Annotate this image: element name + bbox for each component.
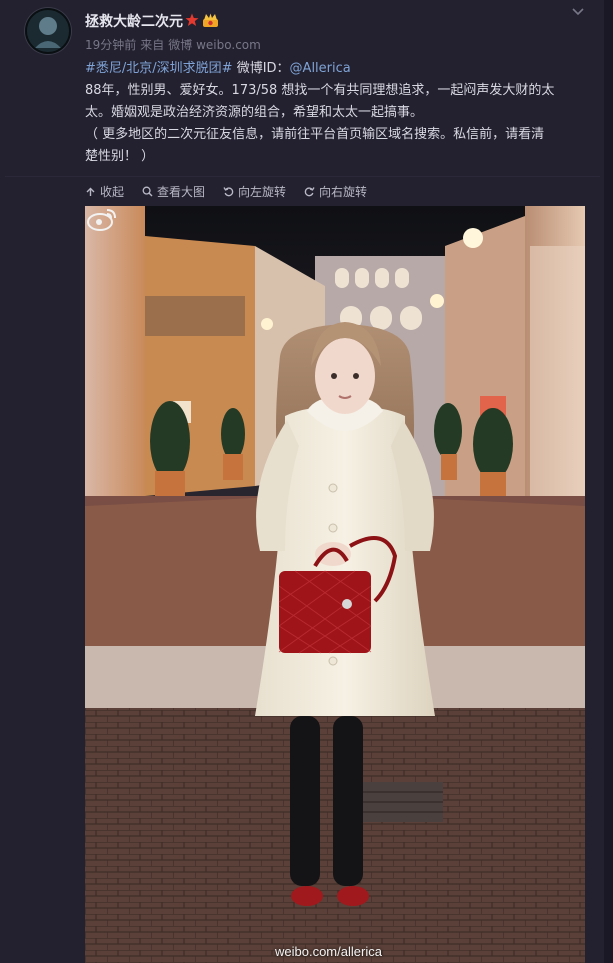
post-source[interactable]: 微博 weibo.com xyxy=(168,38,261,52)
divider xyxy=(5,176,600,177)
content-line-4: 楚性别！ ） xyxy=(85,149,155,164)
handle-label: 微博ID： xyxy=(236,61,290,76)
content-line-1: 88年，性别男、爱好女。173/58 想找一个有共同理想追求，一起闷声发大财的太 xyxy=(85,83,555,98)
username[interactable]: 拯救大龄二次元 xyxy=(85,11,183,31)
user-badges xyxy=(185,12,219,28)
image-toolbar: 收起 查看大图 向左旋转 向右旋转 xyxy=(85,182,385,200)
rotate-left-icon xyxy=(223,186,234,196)
content-line-3: （ 更多地区的二次元征友信息，请前往平台首页输区域名搜索。私信前，请看清 xyxy=(85,127,545,142)
rotate-left-button[interactable]: 向左旋转 xyxy=(223,183,286,200)
view-large-label: 查看大图 xyxy=(157,184,206,199)
rotate-right-icon xyxy=(304,186,315,196)
image-watermark: weibo.com/allerica xyxy=(275,944,382,959)
street-photo xyxy=(85,206,585,963)
arrow-up-icon xyxy=(86,187,95,196)
chevron-down-icon[interactable] xyxy=(570,4,586,20)
crown-member-icon[interactable] xyxy=(202,13,219,28)
weibo-post-card: 拯救大龄二次元 19分钟前 来自 微博 weibo.com #悉尼/北京/深圳求脱团… xyxy=(0,0,604,963)
avatar[interactable] xyxy=(25,8,71,54)
post-meta: 19分钟前 来自 微博 weibo.com xyxy=(85,36,265,53)
content-line-2: 太。婚姻观是政治经济资源的组合，希望和太太一起搞事。 xyxy=(85,105,424,120)
right-edge-strip xyxy=(604,0,613,963)
collapse-label: 收起 xyxy=(100,184,125,199)
post-time[interactable]: 19分钟前 xyxy=(85,38,136,52)
mention-link[interactable]: @Allerica xyxy=(290,61,351,76)
from-label: 来自 xyxy=(140,38,165,52)
weibo-logo-icon xyxy=(87,209,116,231)
rotate-right-label: 向右旋转 xyxy=(319,184,368,199)
view-large-button[interactable]: 查看大图 xyxy=(142,183,205,200)
collapse-button[interactable]: 收起 xyxy=(85,183,124,200)
rotate-right-button[interactable]: 向右旋转 xyxy=(304,183,367,200)
rotate-left-label: 向左旋转 xyxy=(238,184,287,199)
post-content: #悉尼/北京/深圳求脱团# 微博ID：@Allerica 88年，性别男、爱好女… xyxy=(85,58,590,168)
magnifier-icon xyxy=(142,186,153,196)
post-image[interactable]: weibo.com/allerica xyxy=(85,206,585,963)
topic-tag[interactable]: #悉尼/北京/深圳求脱团# xyxy=(85,61,233,76)
red-star-icon[interactable] xyxy=(185,13,199,27)
